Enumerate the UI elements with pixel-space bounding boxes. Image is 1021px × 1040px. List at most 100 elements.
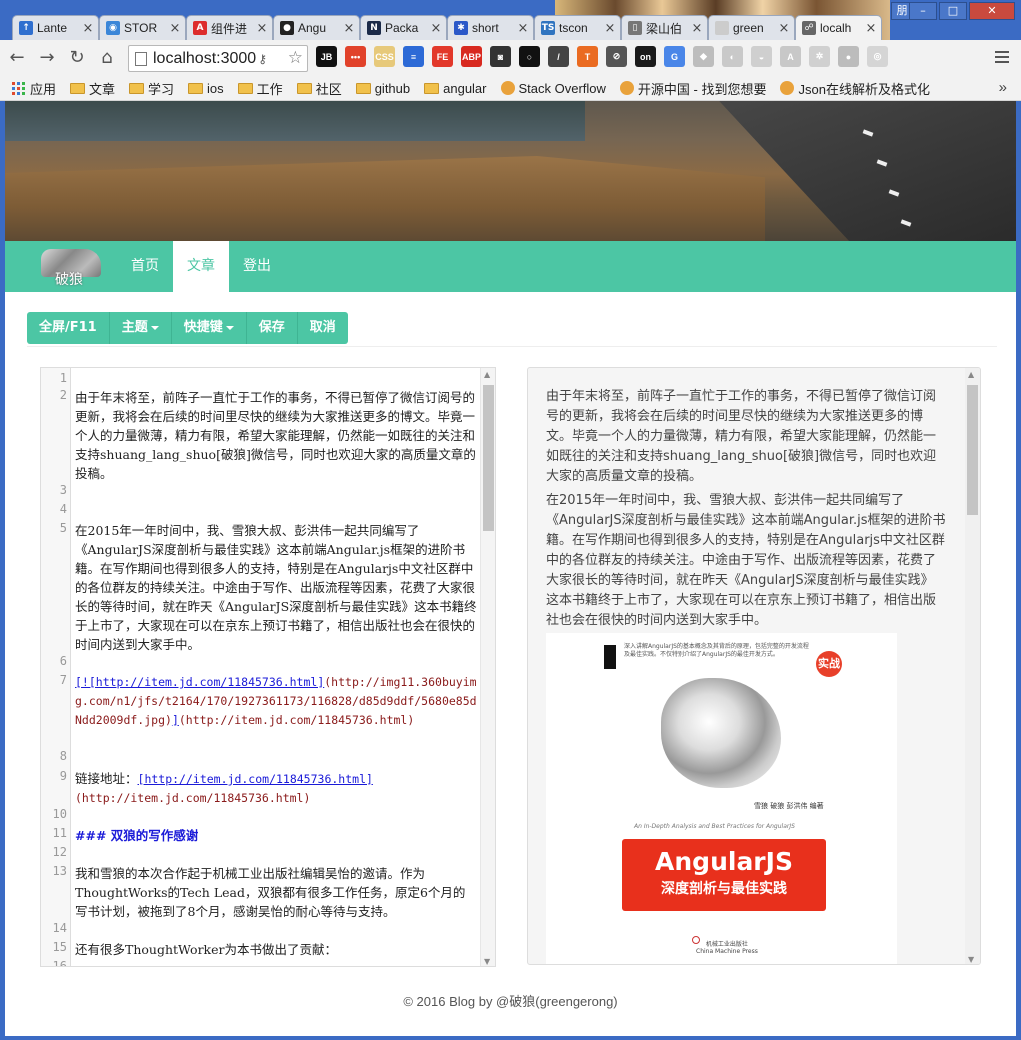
home-button[interactable]: ⌂	[94, 45, 120, 71]
nav-link[interactable]: 首页	[117, 241, 173, 292]
grey-ext-5-icon[interactable]: ◎	[867, 46, 888, 67]
adblock-icon[interactable]: ABP	[461, 46, 482, 67]
scrollbar-thumb[interactable]	[967, 385, 978, 515]
scrollbar-thumb[interactable]	[483, 385, 494, 531]
shortcuts-dropdown-button[interactable]: 快捷键	[171, 312, 247, 344]
window-controls: – □ ✕	[909, 2, 1015, 20]
editor-line-15[interactable]: 还有很多ThoughtWorker为本书做出了贡献：	[75, 940, 477, 959]
close-tab-icon[interactable]: ×	[604, 21, 616, 36]
browser-tab[interactable]: ↑ Lante ×	[12, 15, 99, 40]
book-publisher: 机械工业出版社 China Machine Press	[696, 939, 758, 955]
editor-line-7[interactable]: [![http://item.jd.com/11845736.html] (htt…	[75, 673, 477, 730]
bookmark-folder[interactable]: 学习	[129, 79, 174, 98]
reload-button[interactable]: ↻	[64, 45, 90, 71]
scroll-up-icon[interactable]: ▲	[968, 370, 974, 379]
hero-banner	[5, 101, 1016, 241]
browser-tab[interactable]: green ×	[708, 15, 795, 40]
bookmark-star-icon[interactable]: ☆	[288, 48, 303, 68]
close-tab-icon[interactable]: ×	[865, 21, 877, 36]
notes-icon[interactable]: ≡	[403, 46, 424, 67]
browser-tab[interactable]: ● Angu ×	[273, 15, 360, 40]
bookmark-folder[interactable]: angular	[424, 81, 487, 96]
close-tab-icon[interactable]: ×	[778, 21, 790, 36]
bookmark-folder[interactable]: github	[355, 81, 410, 96]
browser-tab[interactable]: ◉ STOR ×	[99, 15, 186, 40]
folder-icon	[129, 82, 145, 94]
dots-icon[interactable]: •••	[345, 46, 366, 67]
book-cover-image[interactable]: 深入讲解AngularJS的基本概念及其背后的原理，包括完整的开发流程及最佳实践…	[546, 633, 897, 964]
preview-scrollbar[interactable]: ▲ ▼	[965, 368, 980, 964]
editor-image-link[interactable]: [![http://item.jd.com/11845736.html]	[75, 675, 324, 689]
translate-icon[interactable]: G	[664, 46, 685, 67]
camera-icon[interactable]: ◙	[490, 46, 511, 67]
browser-tab[interactable]: N Packa ×	[360, 15, 447, 40]
grey-react-icon[interactable]: ✲	[809, 46, 830, 67]
book-title-cn: 深度剖析与最佳实践	[661, 881, 787, 897]
back-button[interactable]: ←	[4, 45, 30, 71]
css-icon[interactable]: CSS	[374, 46, 395, 67]
bookmark-link[interactable]: Json在线解析及格式化	[780, 79, 930, 98]
bookmarks-overflow-icon[interactable]: »	[999, 79, 1007, 96]
close-tab-icon[interactable]: ×	[256, 21, 268, 36]
theme-dropdown-button[interactable]: 主题	[109, 312, 172, 344]
browser-tab[interactable]: TS tscon ×	[534, 15, 621, 40]
close-tab-icon[interactable]: ×	[169, 21, 181, 36]
fe-icon[interactable]: FE	[432, 46, 453, 67]
grey-ext-1-icon[interactable]: ◆	[693, 46, 714, 67]
bookmark-folder[interactable]: 社区	[296, 79, 342, 98]
t-icon[interactable]: T	[577, 46, 598, 67]
brand-logo[interactable]: 破狼	[41, 247, 101, 288]
forward-button[interactable]: →	[34, 45, 60, 71]
scroll-down-icon[interactable]: ▼	[968, 955, 974, 964]
close-tab-icon[interactable]: ×	[343, 21, 355, 36]
line-number: 10	[52, 807, 67, 821]
browser-menu-icon[interactable]	[995, 48, 1009, 66]
bookmark-link[interactable]: 开源中国 - 找到您想要	[619, 79, 766, 98]
globe-icon: ◉	[106, 21, 120, 35]
browser-tab[interactable]: ☍ localh ×	[795, 15, 882, 40]
fullscreen-button[interactable]: 全屏/F11	[27, 312, 110, 344]
editor-link-text[interactable]: [http://item.jd.com/11845736.html]	[138, 772, 373, 786]
ring-icon[interactable]: ○	[519, 46, 540, 67]
bookmark-folder[interactable]: ios	[188, 81, 224, 96]
nav-link[interactable]: 文章	[173, 241, 229, 292]
markdown-editor[interactable]: 由于年末将至，前阵子一直忙于工作的事务，不得已暂停了微信订阅号的更新，我将会在后…	[40, 367, 496, 967]
editor-line-13[interactable]: 我和雪狼的本次合作起于机械工业出版社编辑吴怡的邀请。作为ThoughtWorks…	[75, 864, 477, 921]
bookmark-folder[interactable]: 文章	[70, 79, 115, 98]
editor-line-5[interactable]: 在2015年一年时间中，我、雪狼大叔、彭洪伟一起共同编写了《AngularJS深…	[75, 521, 477, 654]
maximize-button[interactable]: □	[939, 2, 967, 20]
bookmark-link[interactable]: Stack Overflow	[500, 81, 606, 96]
close-tab-icon[interactable]: ×	[517, 21, 529, 36]
grey-ext-2-icon[interactable]: ◐	[722, 46, 743, 67]
eyedropper-icon[interactable]: /	[548, 46, 569, 67]
close-tab-icon[interactable]: ×	[82, 21, 94, 36]
key-icon[interactable]: ⚷	[258, 52, 267, 66]
fullscreen-label: 全屏/F11	[39, 320, 97, 335]
browser-tab[interactable]: ▯ 梁山伯 ×	[621, 15, 708, 40]
save-button[interactable]: 保存	[246, 312, 298, 344]
scroll-up-icon[interactable]: ▲	[484, 370, 490, 379]
jetbrains-icon[interactable]: JB	[316, 46, 337, 67]
bookmark-folder[interactable]: 工作	[237, 79, 283, 98]
cancel-button[interactable]: 取消	[297, 312, 348, 344]
editor-line-9[interactable]: 链接地址：[http://item.jd.com/11845736.html] (…	[75, 769, 477, 808]
close-window-button[interactable]: ✕	[969, 2, 1015, 20]
tab-title: 组件进	[211, 21, 248, 36]
browser-tab[interactable]: A 组件进 ×	[186, 15, 273, 40]
minimize-button[interactable]: –	[909, 2, 937, 20]
scroll-down-icon[interactable]: ▼	[484, 957, 490, 966]
on-icon[interactable]: on	[635, 46, 656, 67]
nav-link[interactable]: 登出	[229, 241, 285, 292]
nosleep-icon[interactable]: ⊘	[606, 46, 627, 67]
editor-line-11[interactable]: ### 双狼的写作感谢	[75, 826, 477, 845]
address-bar[interactable]: localhost:3000 ⚷ ☆	[128, 45, 308, 72]
close-tab-icon[interactable]: ×	[691, 21, 703, 36]
browser-tab[interactable]: ✱ short ×	[447, 15, 534, 40]
close-tab-icon[interactable]: ×	[430, 21, 442, 36]
grey-ext-4-icon[interactable]: ●	[838, 46, 859, 67]
editor-line-2[interactable]: 由于年末将至，前阵子一直忙于工作的事务，不得已暂停了微信订阅号的更新，我将会在后…	[75, 388, 477, 483]
grey-angular-icon[interactable]: A	[780, 46, 801, 67]
grey-ext-3-icon[interactable]: ◒	[751, 46, 772, 67]
editor-scrollbar[interactable]: ▲ ▼	[480, 368, 495, 966]
bookmark-apps[interactable]: 应用	[12, 79, 56, 98]
